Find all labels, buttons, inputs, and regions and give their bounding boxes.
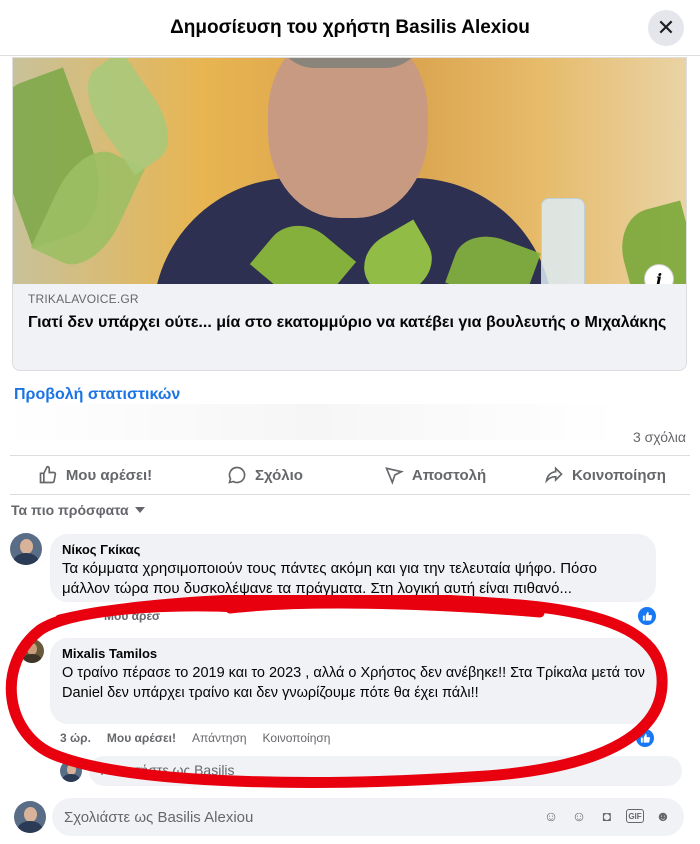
close-icon: ✕	[656, 15, 676, 40]
comment-input-placeholder: Σχολιάστε ως Basilis Alexiou	[64, 808, 254, 826]
link-preview-card[interactable]: i TRIKALAVOICE.GR Γιατί δεν υπάρχει ούτε…	[12, 57, 687, 371]
comment-author[interactable]: Mixalis Tamilos	[62, 646, 645, 661]
comment-input[interactable]: Σχολιάστε ως Basilis Alexiou ☺ ☺ ◘ GIF ☻	[52, 798, 684, 836]
comment-share-button[interactable]: Κοινοποίηση	[263, 731, 331, 745]
avatar	[60, 760, 82, 782]
emoji-icon[interactable]: ☺	[570, 807, 588, 825]
like-label: Μου αρέσει!	[65, 466, 153, 484]
comment-bubble: Mixalis Tamilos Ο τραίνο πέρασε το 2019 …	[50, 638, 657, 724]
comment-actions: 3 ώρ. Μου αρέσει! Απάντηση Κοινοποίηση	[60, 731, 330, 745]
thumbs-up-icon	[39, 465, 57, 484]
like-button[interactable]: Μου αρέσει!	[10, 456, 180, 494]
like-reaction-icon[interactable]	[638, 607, 656, 625]
avatar-sticker-icon[interactable]: ☺	[542, 807, 560, 825]
comment-reply-button[interactable]: Απάντηση	[192, 731, 247, 745]
gif-icon[interactable]: GIF	[626, 809, 644, 823]
comment-icon	[228, 466, 246, 484]
avatar[interactable]	[20, 639, 44, 663]
reply-input[interactable]: Απαντήστε ως Basilis	[89, 756, 682, 786]
comment-like-button[interactable]: Μου αρέσ	[104, 609, 160, 623]
caret-down-icon	[134, 507, 145, 513]
link-preview-image[interactable]: i	[13, 58, 686, 284]
comment-button[interactable]: Σχόλιο	[180, 456, 350, 494]
comment-sort-dropdown[interactable]: Τα πιο πρόσφατα	[11, 502, 145, 518]
avatar[interactable]	[10, 533, 42, 565]
camera-icon[interactable]: ◘	[598, 807, 616, 825]
dialog-title: Δημοσίευση του χρήστη Basilis Alexiou	[170, 16, 530, 38]
share-button[interactable]: Κοινοποίηση	[520, 456, 690, 494]
comment-bubble: Νίκος Γκίκας Τα κόμματα χρησιμοποιούν το…	[50, 534, 656, 602]
link-domain: TRIKALAVOICE.GR	[28, 292, 139, 306]
sticker-icon[interactable]: ☻	[654, 807, 672, 825]
view-insights-link[interactable]: Προβολή στατιστικών	[14, 386, 180, 404]
comments-count[interactable]: 3 σχόλια	[633, 429, 686, 445]
comment-author[interactable]: Νίκος Γκίκας	[62, 542, 644, 557]
like-reaction-icon[interactable]	[636, 729, 654, 747]
comment-text: Ο τραίνο πέρασε το 2019 και το 2023 , αλ…	[62, 665, 645, 701]
share-label: Κοινοποίηση	[572, 466, 666, 484]
reaction-count[interactable]: 3	[626, 731, 633, 745]
send-label: Αποστολή	[411, 466, 487, 484]
close-button[interactable]: ✕	[648, 10, 684, 46]
link-title[interactable]: Γιατί δεν υπάρχει ούτε... μία στο εκατομ…	[28, 312, 668, 333]
comment-input-tools: ☺ ☺ ◘ GIF ☻	[542, 807, 672, 825]
post-action-bar: Μου αρέσει! Σχόλιο Αποστολή Κοινοποίηση	[10, 455, 690, 495]
comment-actions: Μου αρέσ	[104, 609, 160, 623]
comment-time[interactable]: 3 ώρ.	[60, 731, 91, 745]
current-user-avatar[interactable]	[14, 801, 46, 833]
dialog-header: Δημοσίευση του χρήστη Basilis Alexiou ✕	[0, 0, 700, 56]
sort-label: Τα πιο πρόσφατα	[11, 502, 129, 518]
comment-text: Τα κόμματα χρησιμοποιούν τους πάντες ακό…	[62, 560, 597, 597]
blurred-area	[0, 404, 620, 440]
share-icon	[545, 466, 563, 484]
send-icon	[384, 467, 404, 485]
send-button[interactable]: Αποστολή	[350, 456, 520, 494]
comment-label: Σχόλιο	[255, 466, 303, 484]
comment-like-button[interactable]: Μου αρέσει!	[107, 731, 176, 745]
